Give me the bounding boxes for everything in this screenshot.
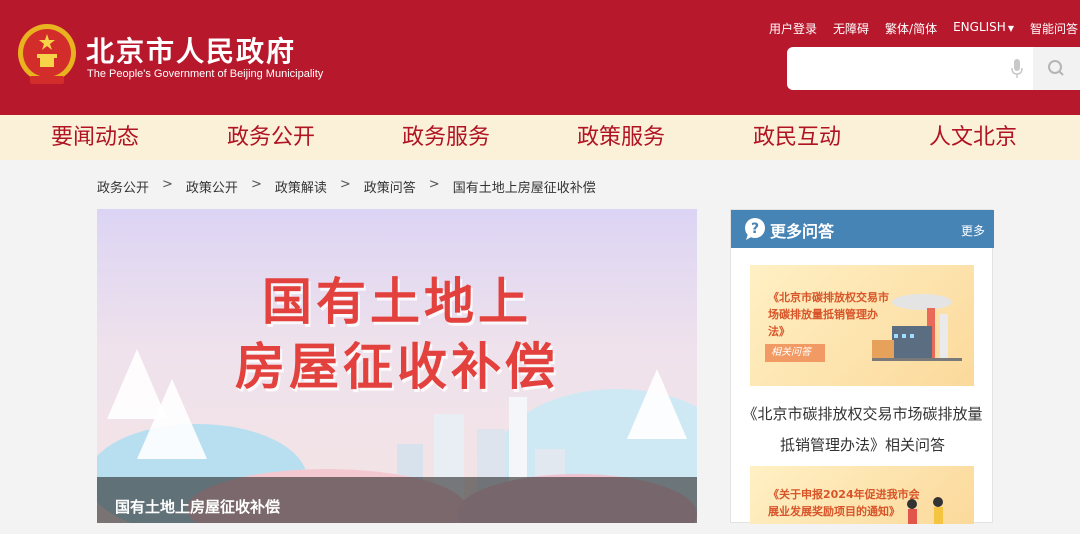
banner-title-line1: 国有土地上 — [262, 273, 532, 331]
accessibility-link[interactable]: 无障碍 — [833, 20, 869, 37]
nav-item-interaction[interactable]: 政民互动 — [722, 115, 872, 160]
search-box — [787, 47, 1080, 90]
banner-caption[interactable]: 国有土地上房屋征收补偿 — [97, 477, 697, 523]
nav-item-government-affairs[interactable]: 政务公开 — [196, 115, 346, 160]
search-input[interactable] — [797, 55, 997, 82]
site-title[interactable]: 北京市人民政府 — [86, 30, 296, 70]
search-button[interactable] — [1033, 47, 1080, 90]
breadcrumb-item[interactable]: 政策问答 — [364, 177, 416, 196]
search-icon — [1048, 60, 1064, 76]
question-bubble-icon: ? — [745, 218, 765, 240]
breadcrumb-item[interactable]: 政策解读 — [275, 177, 327, 196]
breadcrumb-item[interactable]: 政策公开 — [186, 177, 238, 196]
login-link[interactable]: 用户登录 — [769, 20, 817, 37]
smart-qa-link[interactable]: 智能问答 — [1030, 20, 1078, 37]
breadcrumb-separator: > — [339, 177, 351, 192]
topic-banner[interactable]: 国有土地上 房屋征收补偿 国有土地上房屋征收补偿 — [97, 209, 697, 523]
qa-card-tag: 相关问答 — [765, 344, 825, 362]
nav-item-news[interactable]: 要闻动态 — [20, 115, 170, 160]
panel-title: 更多问答 — [770, 222, 835, 241]
qa-card[interactable]: 《北京市碳排放权交易市场碳排放量抵销管理办法》 相关问答 — [750, 265, 974, 386]
english-link[interactable]: ENGLISH ▼ — [953, 20, 1014, 37]
svg-text:?: ? — [751, 221, 759, 237]
people-illustration — [907, 497, 943, 524]
microphone-icon[interactable] — [1011, 59, 1023, 79]
more-qa-panel: ? 更多问答 更多 《北京市碳排放权交易市场碳排放量抵销管理办法》 相关问答 《… — [730, 209, 994, 524]
site-header: 北京市人民政府 The People's Government of Beiji… — [0, 0, 1080, 115]
qa-card[interactable]: 《关于申报2024年促进我市会展业发展奖励项目的通知》 — [750, 466, 974, 524]
nav-item-culture[interactable]: 人文北京 — [898, 115, 1048, 160]
traditional-simplified-link[interactable]: 繁体/简体 — [885, 20, 937, 37]
more-link[interactable]: 更多 — [961, 222, 985, 239]
main-nav: 要闻动态 政务公开 政务服务 政策服务 政民互动 人文北京 — [0, 115, 1080, 160]
panel-header: ? 更多问答 更多 — [731, 210, 994, 248]
breadcrumb-separator: > — [428, 177, 440, 192]
qa-related-link[interactable]: 《北京市碳排放权交易市场碳排放量抵销管理办法》相关问答 — [741, 399, 984, 461]
nav-item-policy-services[interactable]: 政策服务 — [546, 115, 696, 160]
caret-down-icon: ▼ — [1007, 24, 1014, 33]
nav-item-gov-services[interactable]: 政务服务 — [371, 115, 521, 160]
site-subtitle: The People's Government of Beijing Munic… — [87, 68, 324, 80]
national-emblem-icon — [18, 24, 76, 84]
breadcrumb-separator: > — [162, 177, 173, 192]
banner-title-line2: 房屋征收补偿 — [235, 338, 559, 396]
factory-illustration — [872, 294, 962, 361]
top-links: 用户登录 无障碍 繁体/简体 ENGLISH ▼ 智能问答 — [769, 20, 1078, 37]
breadcrumb: 政务公开 > 政策公开 > 政策解读 > 政策问答 > 国有土地上房屋征收补偿 — [97, 177, 596, 196]
breadcrumb-item[interactable]: 政务公开 — [97, 177, 149, 196]
english-label: ENGLISH — [953, 20, 1006, 34]
breadcrumb-separator: > — [250, 177, 262, 192]
breadcrumb-current: 国有土地上房屋征收补偿 — [452, 181, 596, 196]
